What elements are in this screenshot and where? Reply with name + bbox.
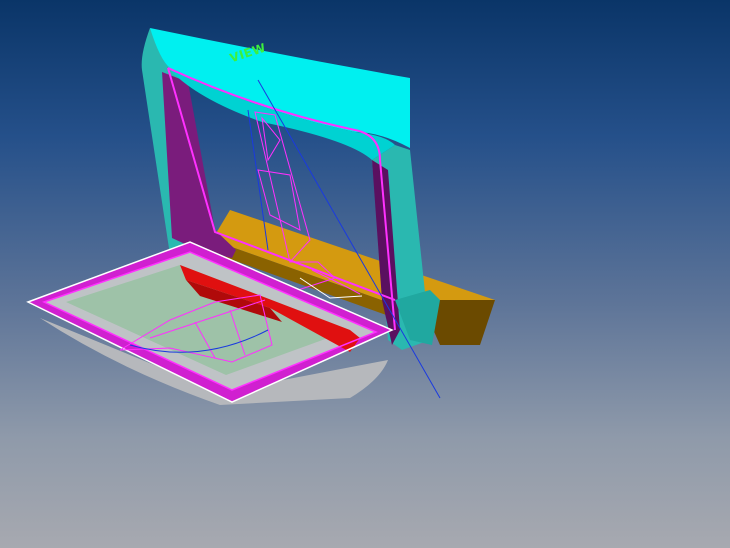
cad-3d-viewport[interactable]: VIEW: [0, 0, 730, 548]
cad-model-scene[interactable]: [0, 0, 730, 548]
